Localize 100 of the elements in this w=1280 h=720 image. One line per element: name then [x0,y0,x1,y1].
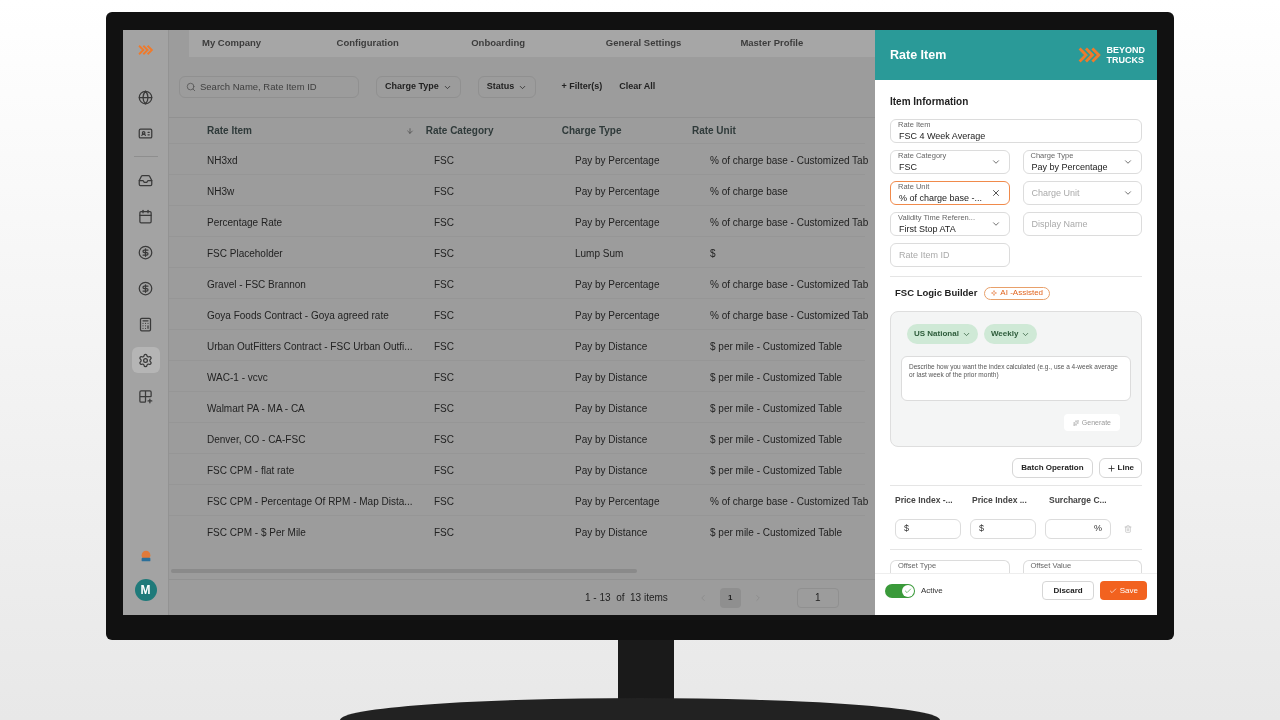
column-header: Surcharge C... [1049,494,1108,507]
table-cell: % of charge base - Customized Tab [710,496,869,507]
clear-all-button[interactable]: Clear All [619,80,656,94]
discard-button[interactable]: Discard [1042,581,1094,600]
table-cell: FSC [434,155,454,166]
logo-icon [1078,47,1103,63]
column-header: Price Index -... [895,494,954,507]
table-cell: FSC CPM - flat rate [207,465,295,476]
tab[interactable]: Master Profile [740,36,875,51]
field-value: FSC [899,161,917,172]
logo-text: BEYOND [1106,45,1145,55]
search-field[interactable]: Search Name, Rate Item ID [179,76,359,98]
table-cell: FSC [434,434,454,445]
section-title: Item Information [890,95,970,109]
table-cell: Pay by Percentage [575,155,660,166]
search-icon [186,82,196,92]
dollar-icon [138,244,153,260]
logo-text: TRUCKS [1106,55,1145,65]
table-cell: FSC [434,310,454,321]
table-cell: Percentage Rate [207,217,283,228]
table-cell: WAC-1 - vcvc [207,372,268,383]
tab[interactable]: General Settings [605,36,741,51]
table-cell: FSC [434,496,454,507]
table-cell: % of charge base - Customized Tab [710,310,869,321]
table-cell: $ per mile - Customized Table [710,372,843,383]
globe-icon [138,89,153,105]
field-placeholder: Rate Item ID [899,250,950,260]
add-filter-button[interactable]: + Filter(s) [561,80,603,94]
table-cell: % of charge base [710,186,788,197]
table-cell: Pay by Percentage [575,279,660,290]
table-cell: Urban OutFitters Contract - FSC Urban Outfi... [207,341,413,352]
field-value: Pay by Percentage [1031,161,1108,172]
calculator-icon [138,316,153,332]
table-cell: $ per mile - Customized Table [710,527,843,538]
field-placeholder: Charge Unit [1031,188,1080,198]
table-cell: FSC [434,186,454,197]
check-icon [904,586,912,595]
settings-icon [138,352,153,368]
table-cell: Pay by Distance [575,465,648,476]
table-cell: Pay by Distance [575,372,648,383]
plus-icon [1106,463,1116,473]
chevron-icon [990,219,1001,229]
table-cell: FSC [434,341,454,352]
table-cell: Denver, CO - CA-FSC [207,434,306,445]
filter-dropdown[interactable]: Charge Type [376,76,461,98]
save-button[interactable]: Save [1099,581,1147,600]
table-cell: NH3w [207,186,235,197]
column-header[interactable]: Charge Type [561,123,622,138]
table-cell: FSC [434,465,454,476]
clear-icon[interactable] [990,188,1001,198]
chevron-icon [1123,157,1133,167]
sidebar-item[interactable] [131,347,160,373]
table-cell: $ [710,248,716,259]
table-cell: Walmart PA - MA - CA [207,403,305,414]
table-cell: FSC [434,403,454,414]
table-cell: FSC [434,217,454,228]
chip-dropdown[interactable]: US National [907,324,978,345]
column-header[interactable]: Rate Item [207,123,252,138]
table-cell: FSC [434,279,454,290]
table-cell: FSC [434,372,454,383]
table-cell: FSC [434,527,454,538]
tab[interactable]: My Company [202,36,337,51]
toggle-label: Active [921,584,943,597]
table-cell: Gravel - FSC Brannon [207,279,306,290]
dollar-icon [138,280,153,296]
field-placeholder: Display Name [1031,219,1088,229]
column-header[interactable]: Rate Unit [691,123,736,138]
page-button[interactable]: 1 [719,587,741,608]
table-cell: NH3xd [207,155,238,166]
price-input[interactable]: $ [895,519,961,539]
field-value: % of charge base -... [899,192,983,203]
table-cell: Pay by Percentage [575,496,660,507]
page-input[interactable]: 1 [796,587,839,608]
add-line-button[interactable]: Line [1098,458,1142,479]
field-value: FSC 4 Week Average [899,130,986,141]
id-card-icon [138,125,153,141]
inbox-icon [138,172,153,188]
chevron-icon [990,157,1001,167]
table-cell: FSC [434,248,454,259]
table-cell: $ per mile - Customized Table [710,434,843,445]
table-cell: Pay by Distance [575,403,648,414]
user-avatar[interactable]: M [134,579,157,601]
active-toggle[interactable] [885,583,915,598]
price-input[interactable]: $ [970,519,1036,539]
tab[interactable]: Onboarding [471,36,606,51]
table-cell: Pay by Percentage [575,310,660,321]
pagination-summary: 1 - 13 of 13 items [585,591,668,605]
filter-dropdown[interactable]: Status [477,76,537,98]
chip-dropdown[interactable]: Weekly [983,324,1038,345]
table-cell: Pay by Distance [575,527,648,538]
table-cell: FSC CPM - Percentage Of RPM - Map Dista... [207,496,413,507]
table-cell: FSC Placeholder [207,248,283,259]
table-cell: Pay by Percentage [575,217,660,228]
batch-operation-button[interactable]: Batch Operation [1012,458,1093,479]
table-cell: % of charge base - Customized Tab [710,279,869,290]
table-cell: Pay by Percentage [575,186,660,197]
tab[interactable]: Configuration [336,36,472,51]
grid-plus-icon [138,388,153,404]
column-header[interactable]: Rate Category [425,123,494,138]
price-input[interactable]: % [1045,519,1111,539]
